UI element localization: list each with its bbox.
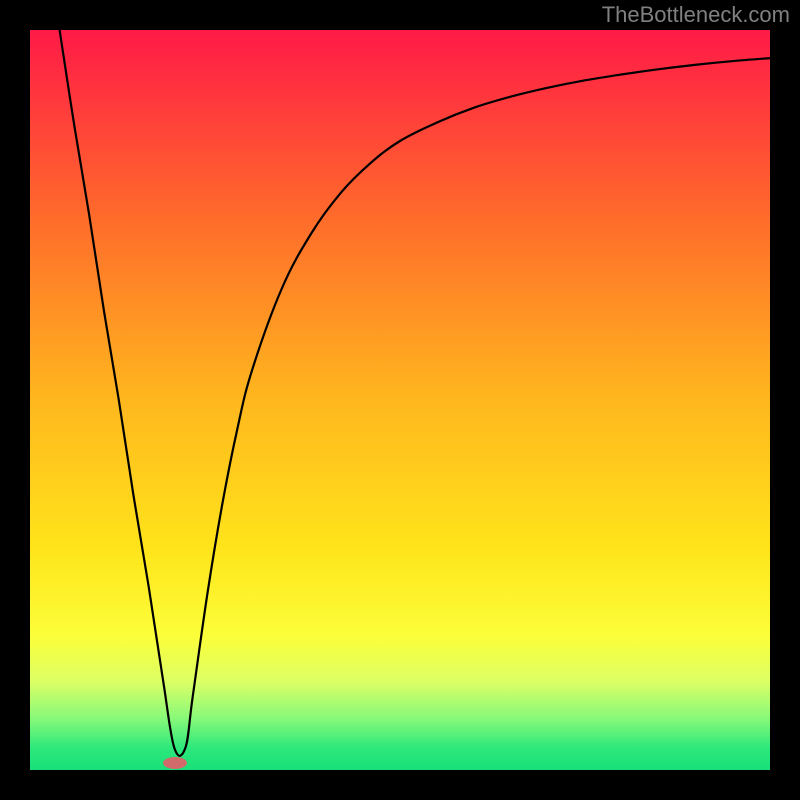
bottleneck-chart — [0, 0, 800, 800]
attribution-text: TheBottleneck.com — [602, 2, 790, 28]
optimal-marker — [163, 757, 187, 769]
